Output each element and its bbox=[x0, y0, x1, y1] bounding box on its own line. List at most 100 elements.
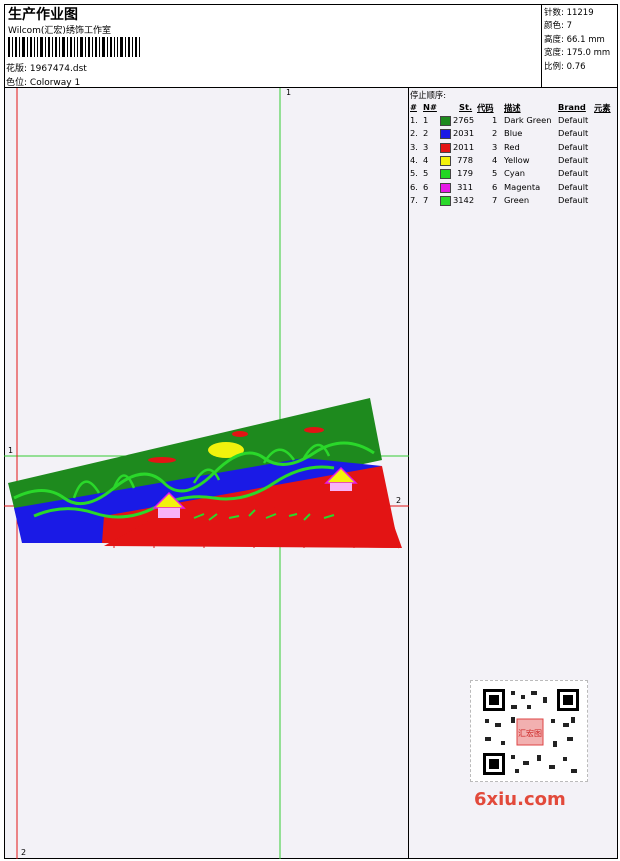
row-code: 5 bbox=[492, 168, 498, 179]
color-swatch bbox=[440, 182, 451, 193]
color-swatch bbox=[440, 155, 451, 166]
barcode bbox=[8, 37, 140, 57]
stitch-count-label: 针数: bbox=[544, 8, 564, 18]
row-brand: Default bbox=[558, 154, 589, 165]
stop-sequence-row: 5. 5 179 5 Cyan Default bbox=[409, 168, 618, 181]
row-number: 3 bbox=[423, 141, 429, 152]
row-description: Red bbox=[504, 141, 520, 152]
row-code: 3 bbox=[492, 141, 498, 152]
stop-sequence-row: 4. 4 778 4 Yellow Default bbox=[409, 155, 618, 168]
design-value: 1967474.dst bbox=[29, 64, 87, 74]
qr-caption: 汇宏图 bbox=[518, 728, 542, 738]
stop-sequence-title: 停止顺序: bbox=[410, 90, 446, 100]
row-description: Dark Green bbox=[504, 115, 552, 125]
row-brand: Default bbox=[558, 168, 589, 179]
colorway-label: 色位: bbox=[6, 78, 28, 88]
row-brand: Default bbox=[558, 115, 589, 125]
row-code: 2 bbox=[492, 128, 498, 139]
row-index: 3. bbox=[410, 141, 418, 152]
row-stitches: 2031 bbox=[453, 128, 475, 139]
row-index: 1. bbox=[410, 115, 418, 125]
color-count: 颜色: 7 bbox=[544, 20, 617, 33]
row-number: 2 bbox=[423, 128, 429, 139]
design-height: 高度: 66.1 mm bbox=[544, 34, 617, 47]
row-stitches: 311 bbox=[457, 181, 473, 192]
color-swatch bbox=[440, 142, 451, 153]
height-value: 66.1 mm bbox=[566, 34, 605, 45]
row-number: 5 bbox=[423, 168, 429, 179]
company-name: Wilcom(汇宏)绣饰工作室 bbox=[8, 26, 111, 36]
width-label: 宽度: bbox=[544, 48, 564, 59]
row-index: 2. bbox=[410, 128, 418, 139]
scale-label: 比例: bbox=[544, 61, 564, 72]
row-stitches: 179 bbox=[457, 168, 473, 179]
color-swatch bbox=[440, 195, 451, 206]
stitch-count: 针数: 11219 bbox=[544, 7, 617, 20]
embroidery-preview bbox=[4, 88, 409, 859]
design-width: 宽度: 175.0 mm bbox=[544, 47, 617, 60]
page-title: 生产作业图 bbox=[8, 7, 78, 23]
col-header-index: # bbox=[410, 102, 417, 112]
col-header-brand: Brand bbox=[558, 102, 586, 112]
color-swatch bbox=[440, 169, 451, 180]
design-pavilion-base bbox=[330, 483, 352, 491]
row-description: Blue bbox=[504, 128, 523, 139]
scale-value: 0.76 bbox=[566, 61, 586, 72]
design-pavilion-base bbox=[158, 508, 180, 518]
row-number: 1 bbox=[423, 115, 429, 125]
row-index: 4. bbox=[410, 154, 418, 165]
col-header-stitches: St. bbox=[459, 102, 473, 112]
row-code: 7 bbox=[492, 194, 498, 205]
row-index: 5. bbox=[410, 168, 418, 179]
axis-label-top: 1 bbox=[286, 88, 292, 97]
watermark-text: 6xiu.com bbox=[474, 789, 566, 810]
stop-sequence-row: 6. 6 311 6 Magenta Default bbox=[409, 182, 618, 195]
design-scale: 比例: 0.76 bbox=[544, 61, 617, 74]
row-code: 6 bbox=[492, 181, 498, 192]
row-brand: Default bbox=[558, 181, 589, 192]
row-index: 6. bbox=[410, 181, 418, 192]
color-swatch bbox=[440, 129, 451, 140]
col-header-code: 代码 bbox=[477, 103, 494, 113]
row-brand: Default bbox=[558, 194, 589, 205]
design-label: 花版: bbox=[6, 64, 28, 74]
row-stitches: 778 bbox=[457, 154, 473, 165]
color-swatch bbox=[440, 116, 451, 126]
design-canvas: 1 1 2 2 bbox=[4, 88, 409, 859]
row-brand: Default bbox=[558, 141, 589, 152]
colorway-value: Colorway 1 bbox=[29, 78, 81, 88]
row-description: Cyan bbox=[504, 168, 526, 179]
col-header-element: 元素 bbox=[594, 103, 611, 113]
row-number: 7 bbox=[423, 194, 429, 205]
design-cloud bbox=[232, 431, 248, 437]
row-code: 1 bbox=[492, 115, 498, 125]
colorway: 色位: Colorway 1 bbox=[6, 75, 80, 88]
width-value: 175.0 mm bbox=[566, 48, 611, 59]
col-header-number: N# bbox=[423, 102, 437, 112]
row-brand: Default bbox=[558, 128, 589, 139]
design-cloud bbox=[148, 457, 176, 463]
row-stitches: 3142 bbox=[453, 194, 475, 205]
height-label: 高度: bbox=[544, 34, 564, 45]
stop-sequence-row: 2. 2 2031 2 Blue Default bbox=[409, 128, 618, 141]
row-number: 4 bbox=[423, 154, 429, 165]
row-stitches: 2011 bbox=[453, 141, 475, 152]
stop-sequence-row: 3. 3 2011 3 Red Default bbox=[409, 142, 618, 155]
row-code: 4 bbox=[492, 154, 498, 165]
row-number: 6 bbox=[423, 181, 429, 192]
color-count-label: 颜色: bbox=[544, 21, 564, 32]
row-stitches: 2765 bbox=[453, 115, 475, 125]
row-index: 7. bbox=[410, 194, 418, 205]
axis-label-bottom: 2 bbox=[21, 848, 27, 857]
stats-panel: 针数: 11219 颜色: 7 高度: 66.1 mm 宽度: 175.0 mm… bbox=[541, 4, 618, 88]
stitch-count-value: 11219 bbox=[566, 8, 594, 18]
color-count-value: 7 bbox=[566, 21, 572, 32]
row-description: Magenta bbox=[504, 181, 541, 192]
col-header-description: 描述 bbox=[504, 103, 521, 113]
stop-sequence-row: 7. 7 3142 7 Green Default bbox=[409, 195, 618, 208]
row-description: Green bbox=[504, 194, 530, 205]
design-cloud bbox=[304, 427, 324, 433]
axis-label-right: 2 bbox=[396, 496, 402, 505]
stop-sequence-row: 1. 1 2765 1 Dark Green Default bbox=[409, 115, 618, 128]
row-description: Yellow bbox=[504, 154, 530, 165]
